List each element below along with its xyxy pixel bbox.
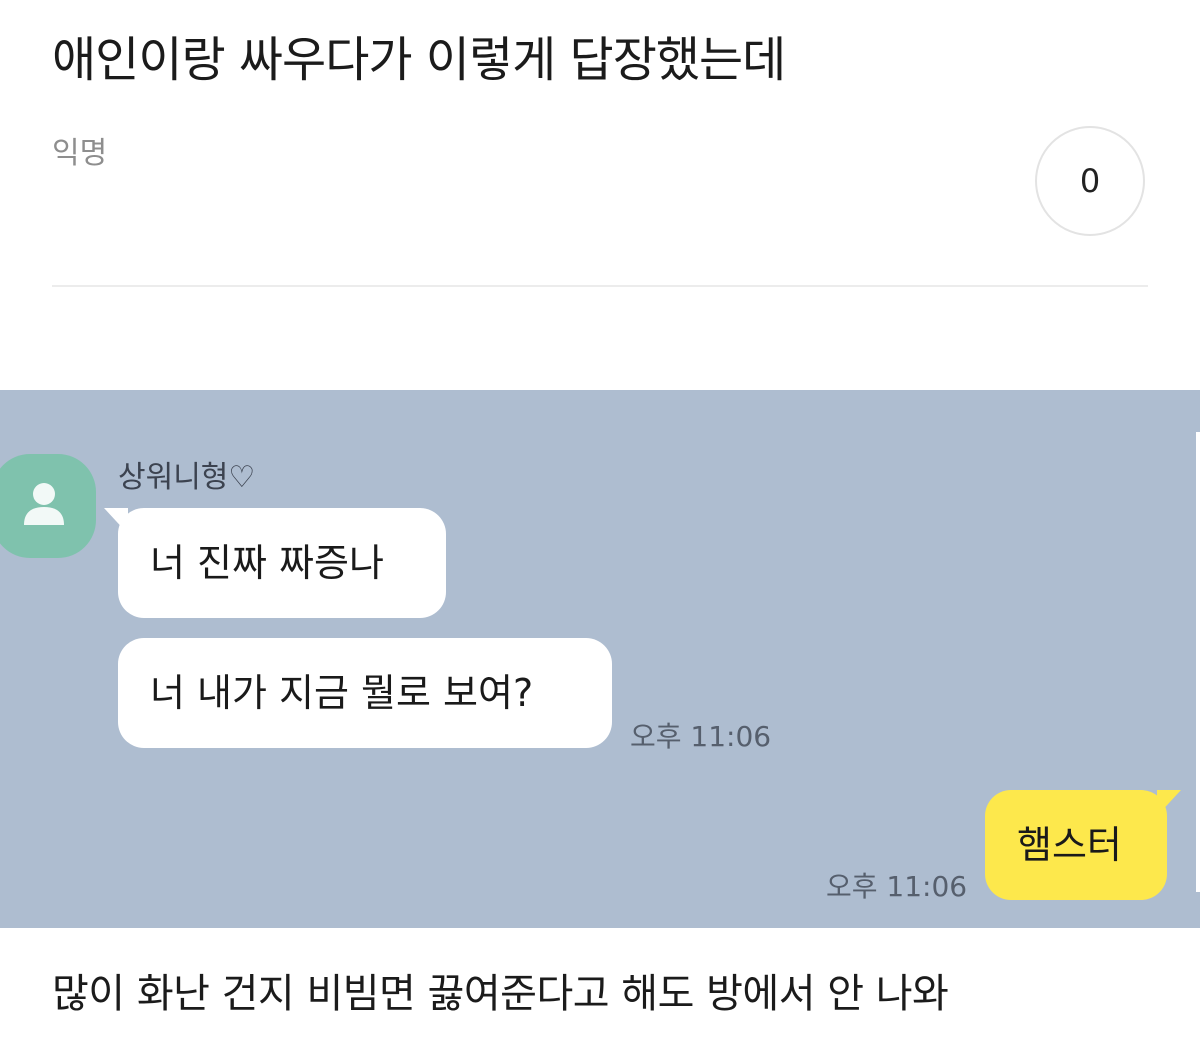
- person-icon: [24, 483, 64, 525]
- edge-strip: [1196, 432, 1200, 892]
- message-text: 너 내가 지금 뭘로 보여?: [150, 671, 534, 715]
- message-text: 너 진짜 짜증나: [150, 541, 384, 585]
- message-bubble-outgoing: 햄스터: [985, 790, 1181, 900]
- author-label: 익명: [52, 136, 108, 171]
- avatar[interactable]: [0, 454, 96, 558]
- post-caption: 많이 화난 건지 비빔면 끓여준다고 해도 방에서 안 나와: [52, 971, 949, 1017]
- message-timestamp: 오후 11:06: [630, 720, 772, 753]
- chat-screenshot: 상워니형♡ 너 진짜 짜증나 너 내가 지금 뭘로 보여? 오후 11:06 햄…: [0, 390, 1200, 928]
- divider: [52, 285, 1148, 287]
- message-bubble-incoming: 너 내가 지금 뭘로 보여?: [118, 638, 612, 748]
- sender-name: 상워니형♡: [118, 460, 256, 495]
- message-timestamp: 오후 11:06: [826, 870, 968, 903]
- message-bubble-incoming: 너 진짜 짜증나: [104, 508, 446, 618]
- post-title: 애인이랑 싸우다가 이렇게 답장했는데: [52, 32, 786, 88]
- comment-count-button[interactable]: 0: [1035, 126, 1145, 236]
- message-text: 햄스터: [1017, 823, 1122, 867]
